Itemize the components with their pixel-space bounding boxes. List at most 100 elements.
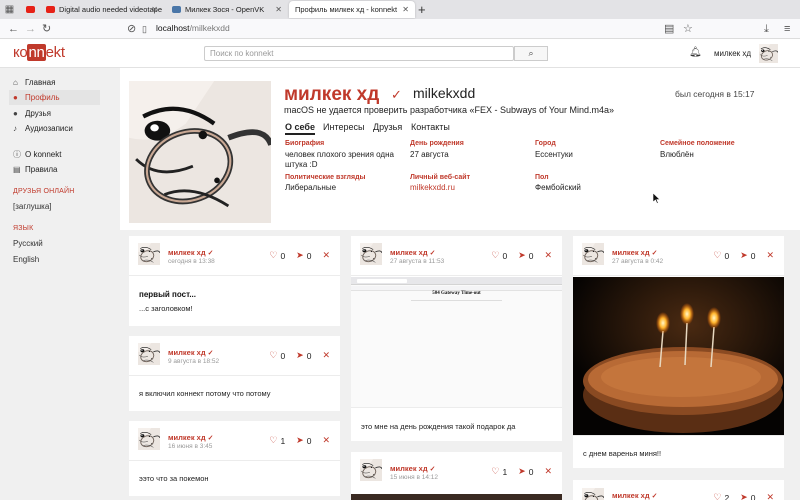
menu-icon[interactable]: ≡: [784, 22, 790, 36]
post-image[interactable]: [573, 277, 784, 435]
sidebar-item-about[interactable]: ⓘ О konnekt: [9, 147, 100, 162]
post-author[interactable]: милкек хд ✓: [168, 248, 214, 257]
post-author[interactable]: милкек хд ✓: [612, 491, 658, 500]
forward-icon[interactable]: →: [25, 22, 36, 36]
tab-2[interactable]: Профиль милкек хд - konnekt ✕: [289, 1, 415, 18]
avatar[interactable]: [138, 243, 160, 265]
close-icon[interactable]: ✕: [275, 5, 282, 14]
sidebar-item-label: Друзья: [25, 109, 51, 118]
tab-1[interactable]: Милкек Зося - OpenVK ✕: [166, 1, 288, 18]
back-icon[interactable]: ←: [8, 22, 19, 36]
post-date[interactable]: 27 августа в 0:42: [612, 258, 663, 265]
delete-x-icon[interactable]: ✕: [544, 250, 552, 261]
reader-view-icon[interactable]: ▤: [664, 22, 674, 36]
post-image[interactable]: 504 Gateway Time-out: [351, 277, 562, 407]
delete-x-icon[interactable]: ✕: [544, 466, 552, 477]
verified-check-icon: ✓: [207, 435, 214, 442]
language-option-en[interactable]: English: [13, 255, 39, 264]
avatar[interactable]: [360, 459, 382, 481]
delete-x-icon[interactable]: ✕: [322, 435, 330, 446]
sidebar-item-rules[interactable]: ▤ Правила: [9, 162, 100, 177]
post-date[interactable]: 9 августа в 18:52: [168, 358, 219, 365]
like-heart-icon[interactable]: ♡: [269, 350, 277, 361]
sidebar-item-audio[interactable]: ♪ Аудиозаписи: [9, 121, 100, 136]
post-card: милкек хд ✓ ♡ 2 ➤ 0 ✕: [573, 480, 784, 500]
delete-x-icon[interactable]: ✕: [766, 492, 774, 500]
post-image[interactable]: [351, 494, 562, 500]
download-icon[interactable]: ⤓: [764, 22, 769, 36]
youtube-icon: [46, 6, 55, 13]
post-date[interactable]: сегодня в 13:38: [168, 258, 215, 265]
repost-icon[interactable]: ➤: [296, 250, 304, 261]
site-link[interactable]: milkekxdd.ru: [410, 183, 455, 193]
address-bar[interactable]: localhost/milkekxdd: [156, 23, 230, 33]
repost-icon[interactable]: ➤: [296, 435, 304, 446]
post-date[interactable]: 15 июня в 14:12: [390, 474, 438, 481]
repost-icon[interactable]: ➤: [518, 466, 526, 477]
birthday-value: 27 августа: [410, 150, 449, 159]
language-heading: ЯЗЫК: [13, 225, 34, 232]
birthday-label: День рождения: [410, 140, 464, 147]
tab-friends[interactable]: Друзья: [373, 122, 402, 132]
post-author[interactable]: милкек хд ✓: [168, 433, 214, 442]
avatar[interactable]: [138, 428, 160, 450]
like-heart-icon[interactable]: ♡: [713, 492, 721, 500]
profile-avatar[interactable]: [129, 81, 271, 223]
tab-contacts[interactable]: Контакты: [411, 122, 450, 132]
sidebar-item-friends[interactable]: ● Друзья: [9, 106, 100, 121]
language-option-ru[interactable]: Русский: [13, 239, 43, 248]
tab-0[interactable]: Digital audio needed videotape ✕: [40, 1, 164, 18]
post-date[interactable]: 27 августа в 11:53: [390, 258, 444, 265]
new-tab-button[interactable]: +: [418, 2, 426, 17]
site-logo[interactable]: коnnekt: [13, 44, 65, 61]
delete-x-icon[interactable]: ✕: [766, 250, 774, 261]
rules-icon: ▤: [13, 165, 21, 174]
tab-interests[interactable]: Интересы: [323, 122, 364, 132]
like-heart-icon[interactable]: ♡: [491, 250, 499, 261]
mouse-cursor-icon: [653, 193, 661, 204]
bookmark-star-icon[interactable]: ☆: [683, 22, 693, 36]
profile-header: милкек хд ✓ milkekxdd был сегодня в 15:1…: [120, 68, 800, 230]
repost-icon[interactable]: ➤: [740, 492, 748, 500]
tracking-protection-icon[interactable]: ⊘: [127, 22, 136, 36]
post-card: милкек хд ✓ 16 июня в 3:45 ♡ 1 ➤ 0 ✕ ээто ч…: [129, 421, 340, 496]
like-heart-icon[interactable]: ♡: [269, 435, 277, 446]
post-actions: ♡ 0 ➤ 0 ✕: [491, 250, 552, 261]
post-card: милкек хд✓ 27 августа в 0:42 ♡0 ➤0 ✕: [573, 236, 784, 468]
notifications-bell-icon[interactable]: 🔔︎: [689, 47, 702, 58]
sidebar-item-profile[interactable]: ● Профиль: [9, 90, 100, 105]
delete-x-icon[interactable]: ✕: [322, 350, 330, 361]
like-heart-icon[interactable]: ♡: [713, 250, 721, 261]
repost-icon[interactable]: ➤: [740, 250, 748, 261]
user-icon: ●: [13, 93, 18, 102]
tab-about[interactable]: О себе: [285, 122, 315, 135]
avatar[interactable]: [582, 243, 604, 265]
avatar[interactable]: [582, 488, 604, 500]
post-date[interactable]: 16 июня в 3:45: [168, 443, 212, 450]
like-heart-icon[interactable]: ♡: [491, 466, 499, 477]
close-icon[interactable]: ✕: [402, 5, 409, 14]
post-author[interactable]: милкек хд ✓: [168, 348, 214, 357]
profile-status[interactable]: macOS не удается проверить разработчика …: [284, 105, 614, 115]
header-avatar[interactable]: [759, 44, 778, 63]
like-heart-icon[interactable]: ♡: [269, 250, 277, 261]
post-author[interactable]: милкек хд ✓: [612, 248, 658, 257]
pinned-tab[interactable]: [20, 1, 40, 18]
city-label: Город: [535, 140, 556, 147]
repost-icon[interactable]: ➤: [518, 250, 526, 261]
close-icon[interactable]: ✕: [151, 5, 158, 14]
post-author[interactable]: милкек хд ✓: [390, 248, 436, 257]
sidebar-item-home[interactable]: ⌂ Главная: [9, 75, 100, 90]
avatar[interactable]: [138, 343, 160, 365]
search-input[interactable]: [204, 46, 514, 61]
header-username[interactable]: милкек хд: [714, 49, 751, 58]
delete-x-icon[interactable]: ✕: [322, 250, 330, 261]
reload-icon[interactable]: ↻: [42, 22, 51, 36]
post-author[interactable]: милкек хд ✓: [390, 464, 436, 473]
sidebar-toggle-icon[interactable]: ▦: [3, 3, 16, 16]
repost-icon[interactable]: ➤: [296, 350, 304, 361]
page-info-icon[interactable]: ▯: [142, 22, 147, 36]
search-button[interactable]: ⌕: [514, 46, 548, 61]
openvk-icon: [172, 6, 181, 13]
avatar[interactable]: [360, 243, 382, 265]
